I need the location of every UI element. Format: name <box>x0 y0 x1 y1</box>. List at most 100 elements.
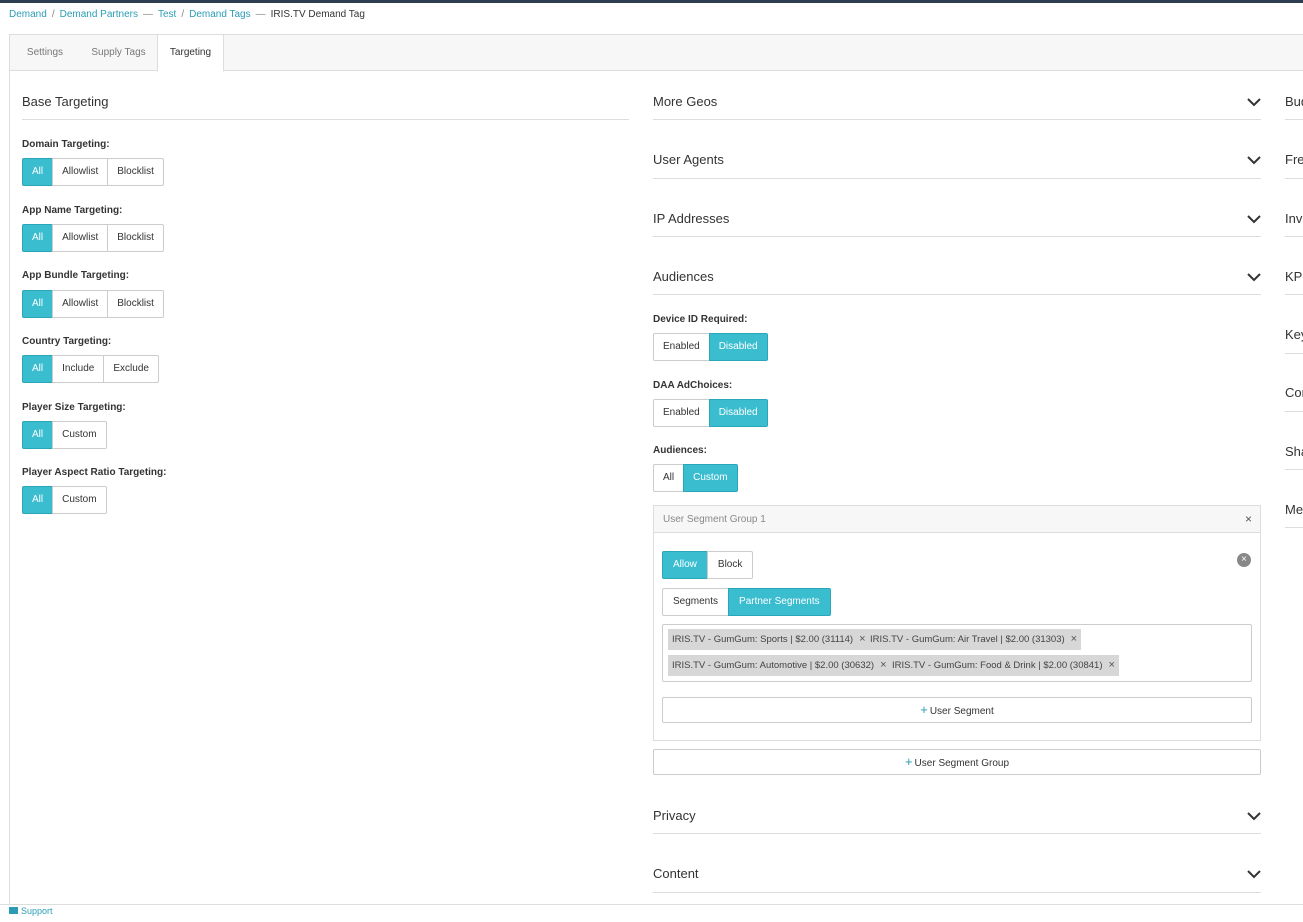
segments-button[interactable]: Segments <box>662 588 730 616</box>
segment-tag: IRIS.TV - GumGum: Air Travel | $2.00 (31… <box>866 629 1082 650</box>
daa-adchoices-label: DAA AdChoices: <box>653 380 733 391</box>
remove-tag-icon[interactable]: × <box>1071 633 1077 645</box>
tab-bar: Settings Supply Tags Targeting <box>10 35 1303 72</box>
remove-tag-icon[interactable]: × <box>1109 659 1115 671</box>
app-name-blocklist-button[interactable]: Blocklist <box>107 224 164 252</box>
tab-supply-tags[interactable]: Supply Tags <box>80 35 157 71</box>
country-targeting-options: All Include Exclude <box>22 355 159 383</box>
section-ip-addresses[interactable]: IP Addresses <box>653 211 729 226</box>
divider <box>22 119 629 120</box>
app-name-targeting-label: App Name Targeting: <box>22 205 123 216</box>
chevron-down-icon[interactable] <box>1247 97 1261 107</box>
block-button[interactable]: Block <box>706 551 754 579</box>
top-bar <box>0 0 1303 3</box>
right-section-3[interactable]: Inv <box>1285 211 1302 226</box>
breadcrumb-test[interactable]: Test <box>158 9 176 20</box>
breadcrumb-demand[interactable]: Demand <box>9 9 47 20</box>
player-aspect-ratio-label: Player Aspect Ratio Targeting: <box>22 467 167 478</box>
breadcrumb: Demand / Demand Partners — Test / Demand Tags —… <box>9 9 365 20</box>
audiences-custom-button[interactable]: Custom <box>683 464 738 492</box>
segment-tag-label: IRIS.TV - GumGum: Food & Drink | $2.00 (… <box>892 660 1103 671</box>
right-section-7[interactable]: Sha <box>1285 444 1303 459</box>
chevron-down-icon[interactable] <box>1247 869 1261 879</box>
divider <box>653 294 1261 295</box>
app-name-all-button[interactable]: All <box>22 224 54 252</box>
chevron-down-icon[interactable] <box>1247 811 1261 821</box>
player-aspect-ratio-options: All Custom <box>22 486 107 514</box>
breadcrumb-separator: — <box>255 9 266 20</box>
divider <box>1285 469 1303 470</box>
section-audiences[interactable]: Audiences <box>653 269 714 284</box>
player-size-custom-button[interactable]: Custom <box>52 421 107 449</box>
divider <box>653 892 1261 893</box>
section-user-agents[interactable]: User Agents <box>653 152 724 167</box>
plus-icon: + <box>904 754 913 769</box>
aspect-ratio-custom-button[interactable]: Custom <box>52 486 107 514</box>
daa-adchoices-options: Enabled Disabled <box>653 399 768 427</box>
plus-icon: + <box>920 702 928 717</box>
divider <box>653 119 1261 120</box>
segment-tag-label: IRIS.TV - GumGum: Sports | $2.00 (31114) <box>672 634 854 645</box>
domain-allowlist-button[interactable]: Allowlist <box>52 158 109 186</box>
add-user-segment-label: User Segment <box>929 706 994 717</box>
audiences-all-button[interactable]: All <box>653 464 685 492</box>
country-targeting-label: Country Targeting: <box>22 336 112 347</box>
footer <box>0 904 1303 922</box>
breadcrumb-separator: / <box>181 9 185 20</box>
remove-tag-icon[interactable]: × <box>880 659 886 671</box>
remove-segment-icon[interactable]: × <box>1237 553 1251 567</box>
section-privacy[interactable]: Privacy <box>653 808 696 823</box>
divider <box>1285 119 1303 120</box>
app-name-allowlist-button[interactable]: Allowlist <box>52 224 109 252</box>
right-section-8[interactable]: Me <box>1285 502 1303 517</box>
aspect-ratio-all-button[interactable]: All <box>22 486 54 514</box>
domain-blocklist-button[interactable]: Blocklist <box>107 158 164 186</box>
app-bundle-allowlist-button[interactable]: Allowlist <box>52 290 109 318</box>
divider <box>1285 236 1303 237</box>
daa-enabled-button[interactable]: Enabled <box>653 399 710 427</box>
divider <box>653 236 1261 237</box>
chevron-down-icon[interactable] <box>1247 272 1261 282</box>
envelope-icon <box>9 907 18 915</box>
breadcrumb-demand-tags[interactable]: Demand Tags <box>189 9 251 20</box>
device-id-disabled-button[interactable]: Disabled <box>708 333 768 361</box>
app-name-targeting-options: All Allowlist Blocklist <box>22 224 164 252</box>
segment-tag-label: IRIS.TV - GumGum: Automotive | $2.00 (30… <box>672 660 875 671</box>
chevron-down-icon[interactable] <box>1247 214 1261 224</box>
tab-settings[interactable]: Settings <box>10 35 80 71</box>
tab-targeting[interactable]: Targeting <box>157 35 224 72</box>
right-section-6[interactable]: Cor <box>1285 385 1303 400</box>
right-section-2[interactable]: Fre <box>1285 152 1303 167</box>
chevron-down-icon[interactable] <box>1247 155 1261 165</box>
divider <box>653 833 1261 834</box>
support-link[interactable]: Support <box>9 906 53 916</box>
player-size-all-button[interactable]: All <box>22 421 54 449</box>
audiences-label: Audiences: <box>653 445 707 456</box>
right-section-5[interactable]: Key <box>1285 327 1303 342</box>
app-bundle-blocklist-button[interactable]: Blocklist <box>107 290 164 318</box>
daa-disabled-button[interactable]: Disabled <box>708 399 768 427</box>
right-section-1[interactable]: Bud <box>1285 94 1303 109</box>
country-include-button[interactable]: Include <box>52 355 105 383</box>
device-id-enabled-button[interactable]: Enabled <box>653 333 710 361</box>
section-content[interactable]: Content <box>653 866 699 881</box>
user-segment-group-header: User Segment Group 1 × <box>654 506 1260 533</box>
divider <box>653 178 1261 179</box>
right-section-4[interactable]: KPI <box>1285 269 1303 284</box>
divider <box>1285 411 1303 412</box>
allow-block-options: Allow Block <box>662 551 754 579</box>
add-user-segment-group-button[interactable]: + User Segment Group <box>653 749 1261 775</box>
domain-all-button[interactable]: All <box>22 158 54 186</box>
domain-targeting-options: All Allowlist Blocklist <box>22 158 164 186</box>
partner-segments-button[interactable]: Partner Segments <box>728 588 831 616</box>
breadcrumb-demand-partners[interactable]: Demand Partners <box>60 9 138 20</box>
add-user-segment-button[interactable]: + User Segment <box>662 697 1252 723</box>
country-exclude-button[interactable]: Exclude <box>103 355 159 383</box>
domain-targeting-label: Domain Targeting: <box>22 139 110 150</box>
allow-button[interactable]: Allow <box>662 551 708 579</box>
country-all-button[interactable]: All <box>22 355 54 383</box>
section-more-geos[interactable]: More Geos <box>653 94 717 109</box>
close-group-icon[interactable]: × <box>1245 506 1252 533</box>
remove-tag-icon[interactable]: × <box>859 633 865 645</box>
app-bundle-all-button[interactable]: All <box>22 290 54 318</box>
